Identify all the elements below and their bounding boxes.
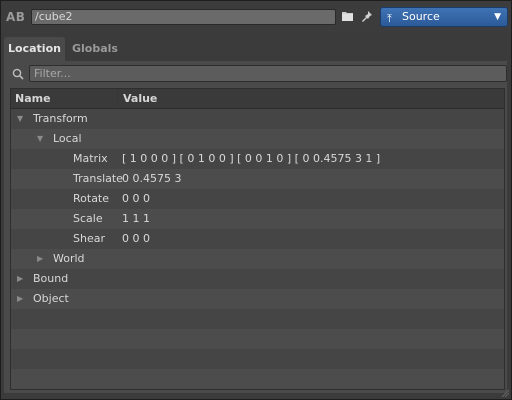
source-label: Source (402, 10, 440, 23)
column-header-name[interactable]: Name (15, 89, 51, 108)
chevron-down-icon: ▼ (494, 12, 501, 22)
row-value: 1 1 1 (122, 212, 150, 225)
toolbar: AB /cube2 ⤒ Source ▼ (1, 1, 511, 33)
row-value: 0 0 0 (122, 192, 150, 205)
row-name: Scale (73, 212, 103, 225)
tree-row-world[interactable]: ▶ World (11, 249, 504, 269)
row-name: Local (53, 132, 82, 145)
location-path-field[interactable]: /cube2 (31, 9, 336, 25)
row-value: 0 0 0 (122, 232, 150, 245)
column-header-value[interactable]: Value (123, 89, 157, 108)
empty-row (11, 309, 504, 329)
tree-row-shear[interactable]: Shear 0 0 0 (11, 229, 504, 249)
attribute-editor-window: AB /cube2 ⤒ Source ▼ Location Globals Fi… (0, 0, 512, 400)
filter-row (9, 64, 507, 83)
tab-globals[interactable]: Globals (66, 37, 124, 61)
folder-icon[interactable] (342, 11, 353, 21)
tree-row-local[interactable]: ▼ Local (11, 129, 504, 149)
tree-row-rotate[interactable]: Rotate 0 0 0 (11, 189, 504, 209)
tree-row-scale[interactable]: Scale 1 1 1 (11, 209, 504, 229)
row-name: Translate (73, 172, 123, 185)
row-name: World (53, 252, 85, 265)
attribute-table: Name Value ▼ Transform ▼ Local Matrix [ … (10, 88, 505, 390)
expand-arrow-icon[interactable]: ▼ (37, 129, 43, 149)
location-panel: Name Value ▼ Transform ▼ Local Matrix [ … (4, 61, 507, 393)
table-header: Name Value (11, 89, 504, 109)
filter-input[interactable] (29, 65, 507, 82)
tab-location[interactable]: Location (4, 37, 65, 61)
tree-row-transform[interactable]: ▼ Transform (11, 109, 504, 129)
tree-row-bound[interactable]: ▶ Bound (11, 269, 504, 289)
tree-row-object[interactable]: ▶ Object (11, 289, 504, 309)
row-name: Bound (33, 272, 69, 285)
row-value: 0 0.4575 3 (122, 172, 182, 185)
tree-row-translate[interactable]: Translate 0 0.4575 3 (11, 169, 504, 189)
expand-arrow-icon[interactable]: ▶ (37, 249, 43, 269)
row-value: [ 1 0 0 0 ] [ 0 1 0 0 ] [ 0 0 1 0 ] [ 0 … (122, 152, 381, 165)
row-name: Shear (73, 232, 105, 245)
resize-grip-icon[interactable] (501, 389, 509, 397)
row-name: Object (33, 292, 69, 305)
empty-row (11, 349, 504, 369)
search-icon (12, 68, 24, 80)
app-label: AB (6, 10, 26, 24)
expand-arrow-icon[interactable]: ▶ (17, 269, 23, 289)
row-name: Matrix (73, 152, 108, 165)
tab-bar: Location Globals (4, 37, 509, 61)
source-icon: ⤒ (387, 12, 392, 25)
expand-arrow-icon[interactable]: ▶ (17, 289, 23, 309)
pin-icon[interactable] (361, 10, 373, 22)
expand-arrow-icon[interactable]: ▼ (17, 109, 23, 129)
empty-row (11, 369, 504, 389)
row-name: Rotate (73, 192, 110, 205)
tree-row-matrix[interactable]: Matrix [ 1 0 0 0 ] [ 0 1 0 0 ] [ 0 0 1 0… (11, 149, 504, 169)
source-dropdown[interactable]: ⤒ Source ▼ (380, 7, 508, 27)
row-name: Transform (33, 112, 88, 125)
empty-row (11, 329, 504, 349)
